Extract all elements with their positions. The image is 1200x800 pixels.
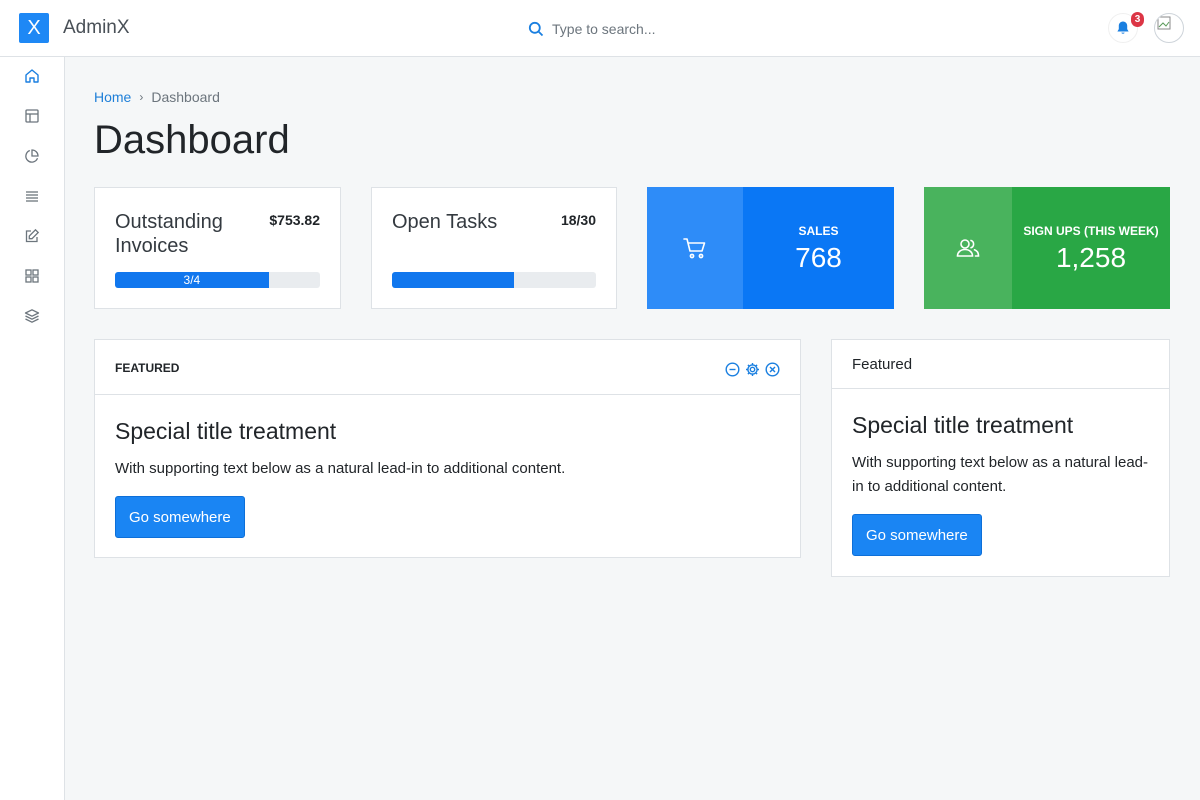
sales-card: SALES 768 (647, 187, 894, 309)
sidebar-item-layers[interactable] (22, 306, 42, 326)
progress-fill: 3/4 (115, 272, 269, 288)
gear-icon (746, 363, 759, 376)
card-tools (725, 362, 780, 377)
edit-icon (25, 228, 40, 243)
settings-button[interactable] (745, 362, 760, 377)
featured-card-main: FEATURED Special title treatment With su… (94, 339, 801, 558)
stat-label: Outstanding Invoices (115, 211, 223, 257)
notifications-button[interactable]: 3 (1108, 12, 1144, 43)
close-button[interactable] (765, 362, 780, 377)
layout-icon (25, 109, 39, 123)
user-avatar[interactable] (1154, 13, 1184, 43)
sidebar-item-charts[interactable] (22, 146, 42, 166)
notification-badge: 3 (1131, 12, 1144, 27)
outstanding-invoices-card: Outstanding Invoices $753.82 3/4 (94, 187, 341, 309)
sales-icon-panel (647, 187, 743, 309)
go-somewhere-button[interactable]: Go somewhere (115, 496, 245, 538)
signups-icon-panel (924, 187, 1012, 309)
users-icon (956, 239, 980, 257)
pie-chart-icon (25, 149, 39, 163)
top-navbar: X AdminX 3 (0, 0, 1200, 57)
sales-label: SALES (798, 224, 839, 238)
stat-value: $753.82 (269, 212, 320, 228)
sidebar-item-edit[interactable] (22, 226, 42, 246)
breadcrumb-current: Dashboard (151, 89, 220, 105)
card-text: With supporting text below as a natural … (852, 454, 1148, 495)
signups-card: SIGN UPS (THIS WEEK) 1,258 (924, 187, 1170, 309)
grid-icon (25, 269, 39, 283)
stat-label: Open Tasks (392, 211, 498, 233)
sales-value: 768 (795, 242, 842, 273)
breadcrumb-home-link[interactable]: Home (94, 89, 131, 105)
list-icon (26, 191, 38, 202)
sidebar (0, 57, 65, 800)
cart-icon (683, 238, 706, 259)
signups-text-panel: SIGN UPS (THIS WEEK) 1,258 (1012, 187, 1170, 309)
broken-image-icon (1157, 16, 1171, 30)
breadcrumb-separator: › (139, 90, 144, 104)
progress-fill (392, 272, 515, 288)
open-tasks-card: Open Tasks 18/30 (371, 187, 617, 309)
tasks-progress-bar (392, 272, 596, 288)
search-input[interactable] (552, 21, 752, 37)
bell-icon (1117, 21, 1129, 34)
card-header-title: Featured (852, 356, 913, 373)
sidebar-item-grid[interactable] (22, 266, 42, 286)
card-title: Special title treatment (852, 412, 1074, 438)
invoices-progress-bar: 3/4 (115, 272, 320, 288)
search-icon (528, 21, 544, 37)
stat-value: 18/30 (560, 212, 596, 228)
minus-circle-icon (725, 362, 740, 377)
card-header-title: FEATURED (115, 361, 180, 375)
card-title: Special title treatment (115, 418, 337, 444)
featured-card-side: Featured Special title treatment With su… (831, 339, 1170, 577)
layers-icon (24, 309, 40, 323)
card-header: Featured (832, 340, 1169, 389)
signups-label: SIGN UPS (THIS WEEK) (1023, 224, 1159, 238)
sales-text-panel: SALES 768 (743, 187, 894, 309)
card-header: FEATURED (95, 340, 800, 395)
search-bar (528, 18, 752, 40)
breadcrumb: Home › Dashboard (94, 89, 220, 105)
app-name[interactable]: AdminX (63, 17, 130, 39)
page-title: Dashboard (94, 118, 290, 162)
sidebar-item-list[interactable] (22, 186, 42, 206)
go-somewhere-button[interactable]: Go somewhere (852, 514, 982, 556)
sidebar-item-home[interactable] (22, 66, 42, 86)
card-text: With supporting text below as a natural … (115, 460, 566, 477)
home-icon (25, 69, 39, 83)
minimize-button[interactable] (725, 362, 740, 377)
signups-value: 1,258 (1055, 242, 1127, 273)
logo-icon[interactable]: X (19, 13, 49, 43)
sidebar-item-layout[interactable] (22, 106, 42, 126)
close-circle-icon (765, 362, 780, 377)
